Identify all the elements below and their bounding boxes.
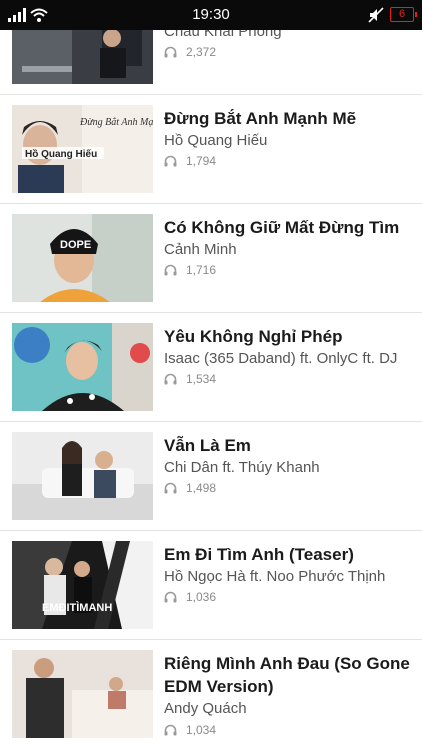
headphones-icon [164, 482, 177, 494]
headphones-icon [164, 264, 177, 276]
headphones-icon [164, 591, 177, 603]
song-title: Vẫn Là Em [164, 436, 251, 455]
thumbnail-image: DOPE [12, 214, 153, 302]
song-row[interactable]: Riêng Mình Anh Đau (So Gone EDM Version)… [0, 640, 422, 750]
video-thumbnail[interactable] [12, 432, 153, 520]
song-title: Yêu Không Nghỉ Phép [164, 327, 343, 346]
play-count-value: 1,036 [186, 590, 217, 604]
thumbnail-image [12, 432, 153, 520]
thumbnail-image: EMĐITÌMANH [12, 541, 153, 629]
video-thumbnail[interactable]: EMĐITÌMANH [12, 541, 153, 629]
thumb-artist-caption: Hồ Quang Hiếu [25, 148, 97, 160]
song-artist: Cảnh Minh [164, 241, 237, 258]
play-count-value: 1,794 [186, 154, 217, 168]
thumb-cap-text: DOPE [60, 239, 91, 251]
headphones-icon [164, 724, 177, 736]
mute-icon [368, 7, 384, 23]
song-artist: Andy Quách [164, 700, 247, 717]
song-title: Em Đi Tìm Anh (Teaser) [164, 545, 354, 564]
song-title: Có Không Giữ Mất Đừng Tìm [164, 218, 400, 237]
play-count-value: 1,716 [186, 263, 217, 277]
song-artist: Chi Dân ft. Thúy Khanh [164, 459, 320, 476]
play-count-value: 1,034 [186, 723, 217, 737]
song-row[interactable]: EMĐITÌMANH Em Đi Tìm Anh (Teaser) Hồ Ngọ… [0, 531, 422, 640]
song-title: Đừng Bắt Anh Mạnh Mẽ [164, 109, 357, 128]
thumbnail-image [12, 650, 153, 738]
play-count-value: 2,372 [186, 45, 217, 59]
play-count-value: 1,534 [186, 372, 217, 386]
play-count-value: 1,498 [186, 481, 217, 495]
song-row[interactable]: Đừng Bắt Anh Mạnh Mẽ Hồ Quang Hiếu Đừng … [0, 95, 422, 204]
thumbnail-image [12, 323, 153, 411]
song-title: Riêng Mình Anh Đau (So Gone EDM Version) [164, 654, 410, 696]
headphones-icon [164, 373, 177, 385]
thumb-caption: Đừng Bắt Anh Mạnh Mẽ [79, 117, 153, 128]
video-thumbnail[interactable]: Đừng Bắt Anh Mạnh Mẽ Hồ Quang Hiếu [12, 105, 153, 193]
headphones-icon [164, 155, 177, 167]
video-thumbnail[interactable]: DOPE [12, 214, 153, 302]
song-artist: Hồ Quang Hiếu [164, 132, 268, 149]
video-thumbnail[interactable] [12, 650, 153, 738]
song-row[interactable]: Vẫn Là Em Chi Dân ft. Thúy Khanh 1,498 [0, 422, 422, 531]
song-row[interactable]: DOPE Có Không Giữ Mất Đừng Tìm Cảnh Minh… [0, 204, 422, 313]
battery-icon: 6 [390, 7, 417, 22]
video-thumbnail[interactable] [12, 323, 153, 411]
song-artist: Isaac (365 Daband) ft. OnlyC ft. DJ [164, 350, 398, 367]
status-bar: 19:30 6 [0, 0, 422, 30]
thumb-title-text: EMĐITÌMANH [42, 601, 112, 614]
clock: 19:30 [192, 6, 230, 23]
headphones-icon [164, 46, 177, 58]
thumbnail-image: Đừng Bắt Anh Mạnh Mẽ Hồ Quang Hiếu [12, 105, 153, 193]
song-artist: Hồ Ngọc Hà ft. Noo Phước Thịnh [164, 568, 386, 585]
song-row[interactable]: Yêu Không Nghỉ Phép Isaac (365 Daband) f… [0, 313, 422, 422]
